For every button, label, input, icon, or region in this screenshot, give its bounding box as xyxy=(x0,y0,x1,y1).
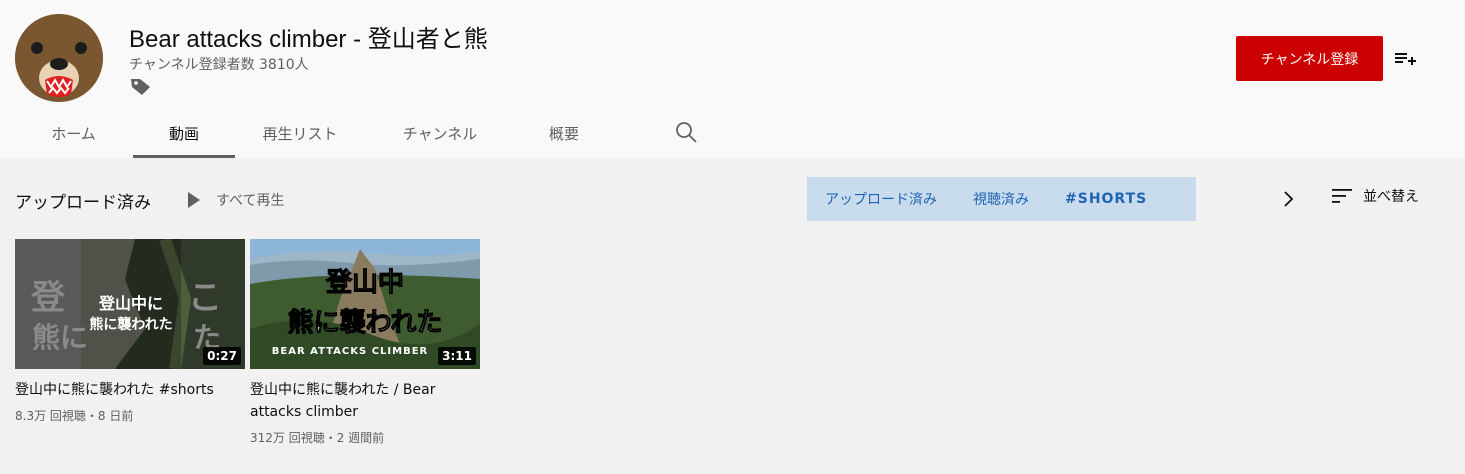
video-meta: 312万 回視聴・2 週間前 xyxy=(250,431,385,445)
filter-chips: アップロード済み 視聴済み #SHORTS xyxy=(807,177,1196,221)
video-duration: 0:27 xyxy=(203,347,241,365)
video-thumbnail[interactable]: 登山中 熊に襲われた BEAR ATTACKS CLIMBER 3:11 xyxy=(250,239,480,369)
thumb-bg-text: 熊に xyxy=(32,321,88,354)
video-thumbnail[interactable]: 登 熊に こ た 登山中に 熊に襲われた 0:27 xyxy=(15,239,245,369)
channel-name: Bear attacks climber - 登山者と熊 xyxy=(129,26,488,53)
video-title[interactable]: 登山中に熊に襲われた #shorts xyxy=(15,379,245,401)
thumb-text: 熊に襲われた xyxy=(89,316,172,333)
bear-icon xyxy=(15,14,103,102)
channel-tabs: ホーム 動画 再生リスト チャンネル 概要 xyxy=(14,108,613,158)
play-all-label: すべて再生 xyxy=(216,193,285,209)
subscribe-button[interactable]: チャンネル登録 xyxy=(1236,36,1383,81)
video-title[interactable]: 登山中に熊に襲われた / Bear attacks climber xyxy=(250,379,480,423)
tab-channels[interactable]: チャンネル xyxy=(365,108,515,158)
tab-playlists[interactable]: 再生リスト xyxy=(235,108,365,158)
play-icon xyxy=(188,192,200,208)
video-meta: 8.3万 回視聴・8 日前 xyxy=(15,409,134,423)
sort-icon xyxy=(1332,189,1352,203)
chip-uploads[interactable]: アップロード済み xyxy=(825,189,937,209)
tab-videos[interactable]: 動画 xyxy=(133,108,235,158)
video-card: 登山中 熊に襲われた BEAR ATTACKS CLIMBER 3:11 登山中… xyxy=(250,239,480,446)
chip-shorts[interactable]: #SHORTS xyxy=(1065,191,1147,207)
channel-avatar[interactable] xyxy=(15,14,103,102)
thumb-text: BEAR ATTACKS CLIMBER xyxy=(272,346,428,357)
thumb-text: 登山中 xyxy=(325,267,404,298)
search-icon[interactable] xyxy=(675,121,697,143)
video-card: 登 熊に こ た 登山中に 熊に襲われた 0:27 登山中に熊に襲われた #sh… xyxy=(15,239,245,424)
thumb-bg-text: こ xyxy=(188,278,222,318)
playlist-add-icon[interactable] xyxy=(1393,47,1417,71)
thumb-text: 熊に襲われた xyxy=(288,307,443,338)
section-title: アップロード済み xyxy=(15,193,151,213)
video-duration: 3:11 xyxy=(438,347,476,365)
subscriber-count: チャンネル登録者数 3810人 xyxy=(129,57,309,73)
chip-watched[interactable]: 視聴済み xyxy=(973,189,1029,209)
thumb-bg-text: 登 xyxy=(30,278,66,318)
channel-header: Bear attacks climber - 登山者と熊 チャンネル登録者数 3… xyxy=(0,0,1465,158)
play-all-button[interactable]: すべて再生 xyxy=(188,190,284,210)
sort-button[interactable]: 並べ替え xyxy=(1331,186,1419,206)
sort-label: 並べ替え xyxy=(1363,189,1419,205)
tab-about[interactable]: 概要 xyxy=(515,108,613,158)
thumb-text: 登山中に xyxy=(98,294,163,313)
tab-home[interactable]: ホーム xyxy=(14,108,133,158)
tag-icon[interactable] xyxy=(129,76,153,96)
chevron-right-icon[interactable] xyxy=(1278,189,1298,209)
